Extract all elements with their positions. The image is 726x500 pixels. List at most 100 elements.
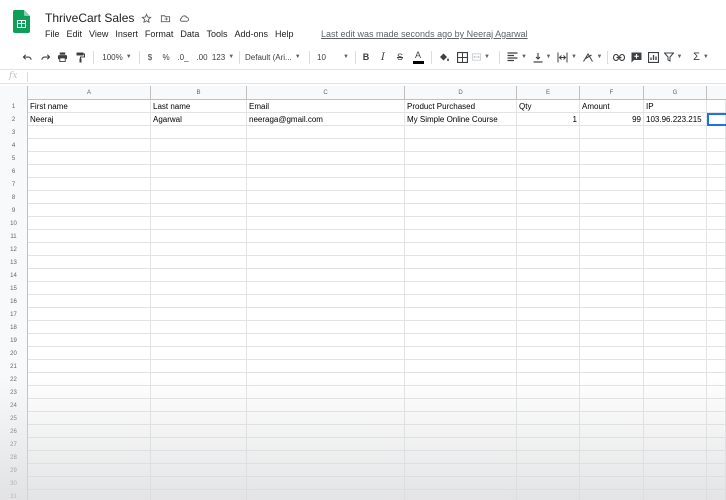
column-header-c[interactable]: C <box>247 86 405 100</box>
last-edit-link[interactable]: Last edit was made seconds ago by Neeraj… <box>321 29 528 39</box>
cell-b23[interactable] <box>151 386 247 399</box>
cell-c23[interactable] <box>247 386 405 399</box>
font-size-select[interactable]: 10 ▼ <box>317 46 351 68</box>
menu-addons[interactable]: Add-ons <box>234 29 268 39</box>
cell-d4[interactable] <box>405 139 517 152</box>
cell-d23[interactable] <box>405 386 517 399</box>
row-header[interactable]: 25 <box>0 412 28 425</box>
text-wrap-icon[interactable]: ▼ <box>556 46 578 68</box>
cell-h18[interactable] <box>707 321 726 334</box>
cell-g13[interactable] <box>644 256 707 269</box>
merge-cells-icon[interactable]: ▼ <box>472 46 490 68</box>
cloud-saved-icon[interactable] <box>178 12 190 24</box>
cell-f2[interactable]: 99 <box>580 113 644 126</box>
cell-h9[interactable] <box>707 204 726 217</box>
cell-b27[interactable] <box>151 438 247 451</box>
row-header[interactable]: 26 <box>0 425 28 438</box>
cell-e21[interactable] <box>517 360 580 373</box>
row-header[interactable]: 23 <box>0 386 28 399</box>
cell-c19[interactable] <box>247 334 405 347</box>
cell-a23[interactable] <box>28 386 151 399</box>
cell-h23[interactable] <box>707 386 726 399</box>
cell-c21[interactable] <box>247 360 405 373</box>
menu-format[interactable]: Format <box>145 29 174 39</box>
menu-insert[interactable]: Insert <box>115 29 138 39</box>
cell-f15[interactable] <box>580 282 644 295</box>
cell-f1[interactable]: Amount <box>580 100 644 113</box>
cell-b19[interactable] <box>151 334 247 347</box>
cell-g4[interactable] <box>644 139 707 152</box>
cell-f21[interactable] <box>580 360 644 373</box>
cell-a2[interactable]: Neeraj <box>28 113 151 126</box>
cell-f26[interactable] <box>580 425 644 438</box>
cell-c20[interactable] <box>247 347 405 360</box>
cell-h12[interactable] <box>707 243 726 256</box>
star-icon[interactable] <box>140 12 152 24</box>
cell-f23[interactable] <box>580 386 644 399</box>
cell-a21[interactable] <box>28 360 151 373</box>
row-header[interactable]: 31 <box>0 490 28 500</box>
row-header[interactable]: 7 <box>0 178 28 191</box>
cell-c16[interactable] <box>247 295 405 308</box>
cell-d21[interactable] <box>405 360 517 373</box>
cell-d19[interactable] <box>405 334 517 347</box>
cell-g12[interactable] <box>644 243 707 256</box>
cell-d16[interactable] <box>405 295 517 308</box>
cell-e6[interactable] <box>517 165 580 178</box>
cell-a16[interactable] <box>28 295 151 308</box>
cell-h26[interactable] <box>707 425 726 438</box>
cell-b11[interactable] <box>151 230 247 243</box>
cell-f28[interactable] <box>580 451 644 464</box>
cell-h14[interactable] <box>707 269 726 282</box>
increase-decimals-button[interactable]: .00 <box>194 46 210 68</box>
cell-g3[interactable] <box>644 126 707 139</box>
cell-c26[interactable] <box>247 425 405 438</box>
cell-b17[interactable] <box>151 308 247 321</box>
row-header[interactable]: 14 <box>0 269 28 282</box>
cell-g15[interactable] <box>644 282 707 295</box>
cell-g14[interactable] <box>644 269 707 282</box>
cell-b13[interactable] <box>151 256 247 269</box>
cell-a17[interactable] <box>28 308 151 321</box>
cell-a29[interactable] <box>28 464 151 477</box>
cell-e27[interactable] <box>517 438 580 451</box>
cell-c10[interactable] <box>247 217 405 230</box>
cell-f10[interactable] <box>580 217 644 230</box>
cell-a13[interactable] <box>28 256 151 269</box>
cell-c18[interactable] <box>247 321 405 334</box>
row-header[interactable]: 2 <box>0 113 28 126</box>
cell-f9[interactable] <box>580 204 644 217</box>
cell-a20[interactable] <box>28 347 151 360</box>
cell-d10[interactable] <box>405 217 517 230</box>
formula-bar[interactable]: fx <box>0 69 726 84</box>
cell-f4[interactable] <box>580 139 644 152</box>
cell-g18[interactable] <box>644 321 707 334</box>
cell-b7[interactable] <box>151 178 247 191</box>
cell-b1[interactable]: Last name <box>151 100 247 113</box>
cell-c31[interactable] <box>247 490 405 500</box>
cell-e18[interactable] <box>517 321 580 334</box>
cell-g8[interactable] <box>644 191 707 204</box>
cell-d2[interactable]: My Simple Online Course <box>405 113 517 126</box>
cell-e5[interactable] <box>517 152 580 165</box>
undo-icon[interactable] <box>20 46 34 68</box>
cell-c7[interactable] <box>247 178 405 191</box>
cell-g31[interactable] <box>644 490 707 500</box>
cell-b21[interactable] <box>151 360 247 373</box>
menu-view[interactable]: View <box>89 29 108 39</box>
row-header[interactable]: 8 <box>0 191 28 204</box>
menu-help[interactable]: Help <box>275 29 294 39</box>
cell-b5[interactable] <box>151 152 247 165</box>
row-header[interactable]: 3 <box>0 126 28 139</box>
cell-f5[interactable] <box>580 152 644 165</box>
row-header[interactable]: 1 <box>0 100 28 113</box>
cell-e12[interactable] <box>517 243 580 256</box>
move-to-folder-icon[interactable] <box>159 12 171 24</box>
cell-d24[interactable] <box>405 399 517 412</box>
column-header-e[interactable]: E <box>517 86 580 100</box>
cell-c15[interactable] <box>247 282 405 295</box>
cell-d7[interactable] <box>405 178 517 191</box>
cell-a26[interactable] <box>28 425 151 438</box>
cell-d30[interactable] <box>405 477 517 490</box>
cell-b20[interactable] <box>151 347 247 360</box>
